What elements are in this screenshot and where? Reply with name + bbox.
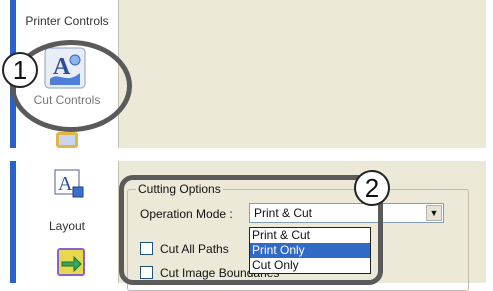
- chevron-down-icon[interactable]: ▼: [426, 205, 442, 221]
- callout-rect-2: [119, 175, 383, 285]
- layout-icon[interactable]: A: [54, 169, 84, 204]
- arrow-tool-icon[interactable]: [56, 247, 86, 282]
- callout-number-1: 1: [2, 52, 38, 88]
- next-item-icon[interactable]: [56, 132, 78, 148]
- sidebar-item-layout[interactable]: Layout: [16, 219, 118, 233]
- sidebar: A Layout: [16, 161, 119, 283]
- svg-text:A: A: [58, 173, 73, 195]
- sidebar-item-printer-controls[interactable]: Printer Controls: [16, 14, 118, 28]
- callout-number-2: 2: [354, 170, 390, 206]
